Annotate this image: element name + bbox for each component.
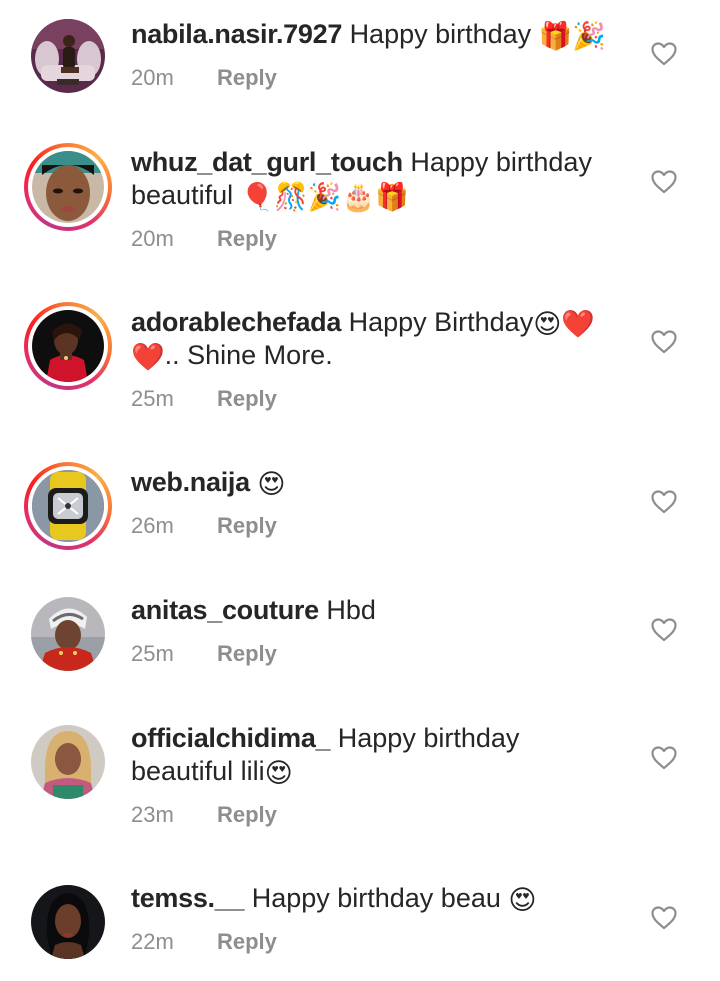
heart-outline-icon[interactable]	[650, 904, 678, 932]
avatar[interactable]	[24, 12, 112, 100]
comment-body: officialchidima_ Happy birthday beautifu…	[131, 722, 631, 788]
comment-text-line2: beautiful	[131, 180, 234, 210]
comment-username[interactable]: anitas_couture	[131, 595, 319, 625]
comment-meta: 25m Reply	[131, 384, 277, 414]
comment-meta: 20m Reply	[131, 63, 277, 93]
heart-outline-icon[interactable]	[650, 616, 678, 644]
avatar[interactable]	[24, 143, 112, 231]
comment-emoji: 😍	[264, 758, 293, 789]
avatar-photo-watch-icon	[32, 470, 104, 542]
reply-button[interactable]: Reply	[217, 513, 277, 538]
avatar[interactable]	[24, 878, 112, 966]
comment-body: anitas_couture Hbd	[131, 594, 631, 627]
comment-meta: 20m Reply	[131, 224, 277, 254]
reply-button[interactable]: Reply	[217, 386, 277, 411]
comment-text: Happy birthday	[337, 723, 520, 753]
comment-timestamp: 23m	[131, 802, 174, 827]
comment-username[interactable]: temss.__	[131, 883, 244, 913]
comment-username[interactable]: adorablechefada	[131, 307, 341, 337]
comment-meta: 26m Reply	[131, 511, 277, 541]
comment-timestamp: 20m	[131, 226, 174, 251]
heart-outline-icon[interactable]	[650, 168, 678, 196]
comment-text: Happy Birthday	[348, 307, 534, 337]
avatar[interactable]	[24, 462, 112, 550]
comment-timestamp: 26m	[131, 513, 174, 538]
reply-button[interactable]: Reply	[217, 802, 277, 827]
avatar[interactable]	[24, 302, 112, 390]
comment-body: temss.__ Happy birthday beau 😍	[131, 882, 631, 915]
heart-outline-icon[interactable]	[650, 488, 678, 516]
reply-button[interactable]: Reply	[217, 226, 277, 251]
heart-outline-icon[interactable]	[650, 744, 678, 772]
story-ring	[28, 306, 108, 386]
avatar-photo-woman-dark-icon	[31, 885, 105, 959]
avatar[interactable]	[24, 718, 112, 806]
comment-timestamp: 25m	[131, 641, 174, 666]
comment-timestamp: 20m	[131, 65, 174, 90]
reply-button[interactable]: Reply	[217, 641, 277, 666]
comment-list: nabila.nasir.7927 Happy birthday 🎁🎉 20m R…	[0, 0, 720, 981]
comment-emoji: 😍❤️	[533, 309, 595, 340]
comment-text-line2: beautiful lili	[131, 756, 265, 786]
comment-username[interactable]: whuz_dat_gurl_touch	[131, 147, 403, 177]
comment-meta: 25m Reply	[131, 639, 277, 669]
avatar-photo-woman-red-icon	[32, 310, 104, 382]
comment-emoji-line2: ❤️	[131, 342, 165, 373]
story-ring	[28, 466, 108, 546]
avatar-photo-woman-on-chair-icon	[31, 19, 105, 93]
avatar-photo-woman-headwrap-icon	[31, 597, 105, 671]
story-ring	[28, 147, 108, 227]
comment-text: Happy birthday beau	[251, 883, 501, 913]
comment-text: Hbd	[326, 595, 376, 625]
comment-body: nabila.nasir.7927 Happy birthday 🎁🎉	[131, 18, 631, 51]
comment-username[interactable]: nabila.nasir.7927	[131, 19, 342, 49]
avatar[interactable]	[24, 590, 112, 678]
comment-emoji: 🎈🎊🎉🎂🎁	[240, 182, 409, 213]
comment-username[interactable]: web.naija	[131, 467, 250, 497]
comment-emoji: 😍	[508, 885, 537, 916]
comment-meta: 23m Reply	[131, 800, 277, 830]
comment-meta: 22m Reply	[131, 927, 277, 957]
avatar-photo-woman-blonde-icon	[31, 725, 105, 799]
heart-outline-icon[interactable]	[650, 328, 678, 356]
comment-emoji: 🎁🎉	[538, 21, 606, 52]
reply-button[interactable]: Reply	[217, 929, 277, 954]
comment-body: web.naija 😍	[131, 466, 631, 499]
heart-outline-icon[interactable]	[650, 40, 678, 68]
comment-text-line2: .. Shine More.	[164, 340, 333, 370]
comment-timestamp: 25m	[131, 386, 174, 411]
comment-body: adorablechefada Happy Birthday😍❤️ ❤️.. S…	[131, 306, 631, 372]
comment-text: Happy birthday	[410, 147, 592, 177]
comment-emoji: 😍	[257, 469, 286, 500]
comment-username[interactable]: officialchidima_	[131, 723, 331, 753]
reply-button[interactable]: Reply	[217, 65, 277, 90]
comment-body: whuz_dat_gurl_touch Happy birthday beaut…	[131, 146, 631, 212]
comment-timestamp: 22m	[131, 929, 174, 954]
comment-text: Happy birthday	[349, 19, 532, 49]
avatar-photo-woman-face-icon	[32, 151, 104, 223]
